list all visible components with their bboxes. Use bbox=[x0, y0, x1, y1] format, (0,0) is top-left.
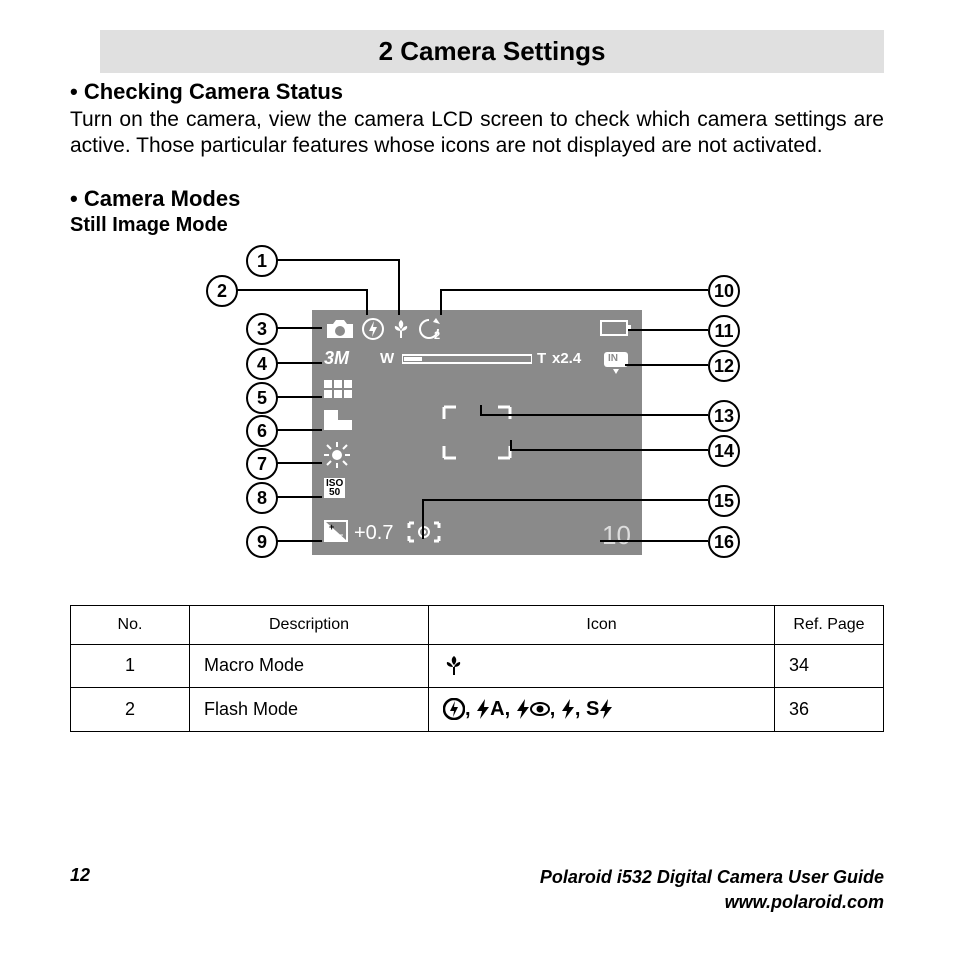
flash-off-icon bbox=[443, 698, 465, 720]
th-no: No. bbox=[71, 605, 190, 644]
callout-2: 2 bbox=[206, 275, 238, 307]
table-row: 1 Macro Mode 34 bbox=[71, 644, 884, 687]
shots-remaining: 10 bbox=[602, 520, 631, 551]
flash-bolt-icon bbox=[599, 699, 613, 719]
callout-3: 3 bbox=[246, 313, 278, 345]
macro-icon bbox=[443, 655, 465, 677]
ev-value: +0.7 bbox=[354, 522, 393, 545]
callout-4: 4 bbox=[246, 348, 278, 380]
zoom-value: x2.4 bbox=[552, 350, 581, 367]
zoom-bar bbox=[402, 353, 532, 365]
flash-off-icon bbox=[362, 318, 384, 340]
still-image-mode-label: Still Image Mode bbox=[70, 214, 884, 237]
callout-1: 1 bbox=[246, 245, 278, 277]
eye-icon bbox=[530, 702, 550, 716]
page-footer: 12 Polaroid i532 Digital Camera User Gui… bbox=[70, 865, 884, 914]
table-row: 2 Flash Mode , A, , , S 36 bbox=[71, 687, 884, 731]
section-camera-modes-title: • Camera Modes bbox=[70, 186, 884, 212]
cell-desc: Flash Mode bbox=[190, 687, 429, 731]
footer-guide-title: Polaroid i532 Digital Camera User Guide bbox=[540, 867, 884, 887]
self-timer-icon: 2 bbox=[416, 316, 442, 340]
ev-icon: +− bbox=[324, 520, 348, 542]
footer-website: www.polaroid.com bbox=[725, 892, 884, 912]
self-timer-value: 2 bbox=[434, 330, 440, 342]
th-icon: Icon bbox=[429, 605, 775, 644]
callout-16: 16 bbox=[708, 526, 740, 558]
reference-table: No. Description Icon Ref. Page 1 Macro M… bbox=[70, 605, 884, 732]
th-desc: Description bbox=[190, 605, 429, 644]
manual-page: 2 Camera Settings • Checking Camera Stat… bbox=[0, 0, 954, 954]
iso-value: 50 bbox=[326, 488, 343, 497]
cell-ref: 34 bbox=[775, 644, 884, 687]
chapter-title: 2 Camera Settings bbox=[100, 30, 884, 73]
flash-bolt-icon bbox=[561, 699, 575, 719]
zoom-w-label: W bbox=[380, 350, 394, 367]
cell-no: 1 bbox=[71, 644, 190, 687]
section-checking-status-text: Turn on the camera, view the camera LCD … bbox=[70, 107, 884, 160]
sharpness-icon bbox=[324, 410, 352, 430]
section-checking-status-title: • Checking Camera Status bbox=[70, 79, 884, 105]
callout-8: 8 bbox=[246, 482, 278, 514]
flash-bolt-icon bbox=[476, 699, 490, 719]
svg-text:+: + bbox=[329, 522, 334, 532]
camera-icon bbox=[324, 318, 356, 340]
battery-icon bbox=[600, 320, 632, 336]
page-number: 12 bbox=[70, 865, 90, 886]
iso-indicator: ISO 50 bbox=[324, 478, 345, 498]
resolution-label: 3M bbox=[324, 348, 349, 369]
cell-no: 2 bbox=[71, 687, 190, 731]
svg-text:−: − bbox=[338, 530, 343, 540]
storage-label: IN bbox=[608, 353, 618, 364]
lcd-screen: 2 3M W T x2.4 IN bbox=[312, 310, 642, 555]
callout-6: 6 bbox=[246, 415, 278, 447]
callout-10: 10 bbox=[708, 275, 740, 307]
white-balance-icon bbox=[324, 442, 350, 468]
callout-7: 7 bbox=[246, 448, 278, 480]
lcd-diagram: 1 2 3 4 5 6 7 8 9 10 11 12 13 14 15 16 bbox=[70, 245, 884, 575]
quality-icon bbox=[324, 380, 352, 398]
callout-14: 14 bbox=[708, 435, 740, 467]
callout-13: 13 bbox=[708, 400, 740, 432]
zoom-t-label: T bbox=[537, 350, 546, 367]
callout-9: 9 bbox=[246, 526, 278, 558]
cell-ref: 36 bbox=[775, 687, 884, 731]
cell-icon bbox=[429, 644, 775, 687]
cell-icon: , A, , , S bbox=[429, 687, 775, 731]
cell-desc: Macro Mode bbox=[190, 644, 429, 687]
callout-15: 15 bbox=[708, 485, 740, 517]
callout-12: 12 bbox=[708, 350, 740, 382]
macro-icon bbox=[390, 318, 412, 340]
metering-icon bbox=[406, 520, 442, 544]
callout-5: 5 bbox=[246, 382, 278, 414]
callout-11: 11 bbox=[708, 315, 740, 347]
storage-indicator: IN bbox=[602, 350, 630, 376]
th-ref: Ref. Page bbox=[775, 605, 884, 644]
flash-bolt-icon bbox=[516, 699, 530, 719]
